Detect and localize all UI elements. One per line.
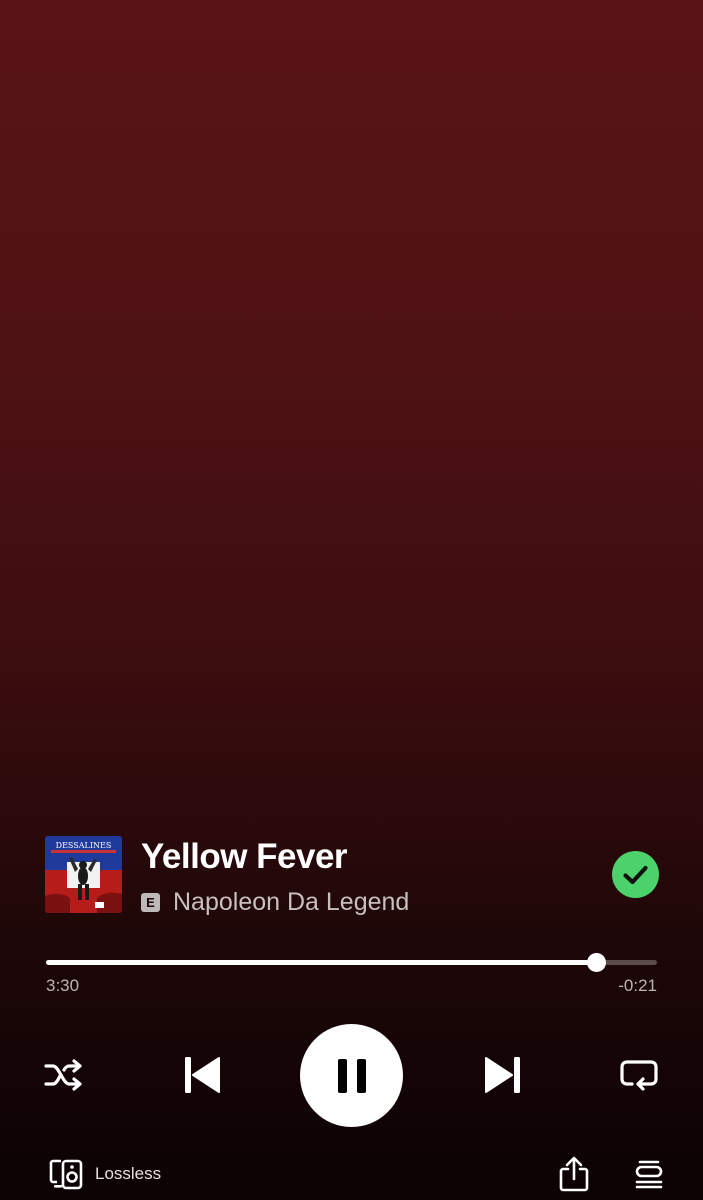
- elapsed-time: 3:30: [46, 976, 80, 995]
- artist-name[interactable]: Napoleon Da Legend: [173, 888, 409, 917]
- next-button[interactable]: [481, 1052, 525, 1098]
- device-label: Lossless: [95, 1164, 162, 1183]
- queue-icon: [635, 1160, 663, 1189]
- progress-bar[interactable]: [46, 953, 657, 972]
- share-button[interactable]: [558, 1156, 590, 1192]
- track-info: DESSALINES Yellow Fever E Napoleon Da Le…: [45, 836, 659, 917]
- skip-previous-icon: [185, 1057, 220, 1093]
- remaining-time: -0:21: [618, 976, 657, 995]
- check-icon: [623, 865, 648, 885]
- skip-next-icon: [485, 1057, 520, 1093]
- track-title[interactable]: Yellow Fever: [141, 837, 348, 877]
- album-art-text: DESSALINES: [56, 841, 112, 850]
- now-playing-screen: DESSALINES Yellow Fever E Napoleon Da Le…: [0, 0, 703, 1200]
- previous-button[interactable]: [180, 1052, 224, 1098]
- repeat-button[interactable]: [617, 1055, 661, 1095]
- album-art-image: DESSALINES: [45, 836, 122, 913]
- connect-device-button[interactable]: Lossless: [49, 1157, 161, 1191]
- album-art[interactable]: DESSALINES: [45, 836, 122, 913]
- share-icon: [559, 1156, 589, 1192]
- saved-check-button[interactable]: [612, 851, 659, 898]
- shuffle-icon: [44, 1059, 82, 1091]
- connect-device-icon: [49, 1159, 83, 1190]
- progress-fill: [46, 960, 596, 965]
- shuffle-button[interactable]: [42, 1055, 86, 1095]
- explicit-badge: E: [141, 893, 160, 912]
- queue-button[interactable]: [634, 1159, 664, 1189]
- pause-icon: [337, 1058, 366, 1093]
- repeat-icon: [620, 1060, 658, 1091]
- pause-button[interactable]: [300, 1024, 403, 1127]
- progress-knob[interactable]: [586, 953, 606, 972]
